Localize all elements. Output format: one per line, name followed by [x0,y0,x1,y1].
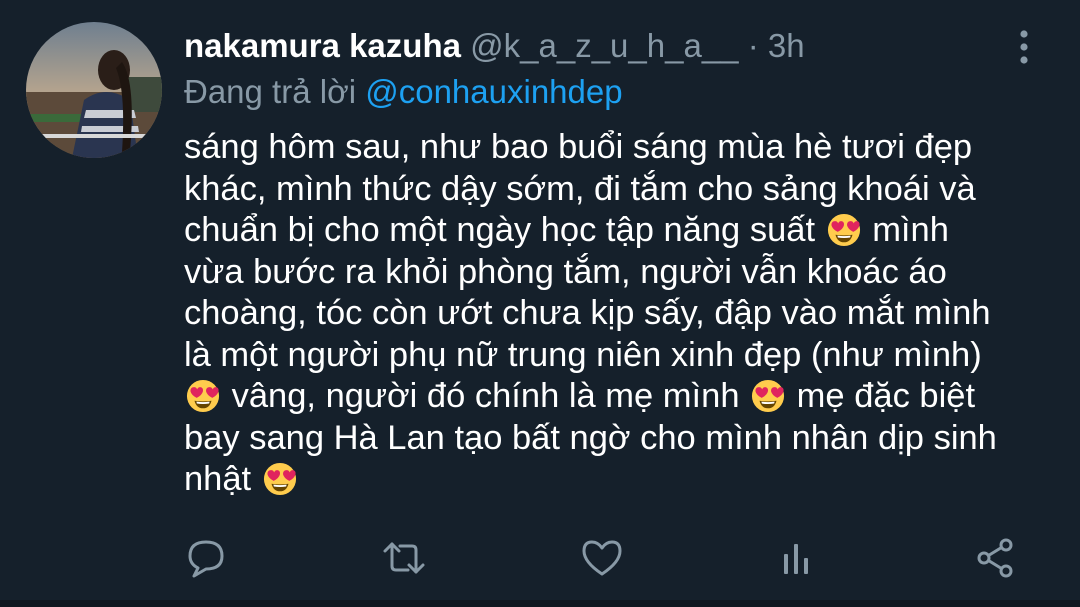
tweet-text-line: vừa bước ra khỏi phòng tắm, người vẫn kh… [184,252,1054,294]
tweet-text-line: khác, mình thức dậy sớm, đi tắm cho sảng… [184,169,1054,211]
analytics-icon[interactable] [776,536,820,580]
reply-prefix: Đang trả lời [184,73,357,110]
tweet-text-line: vâng, người đó chính là mẹ mình mẹ đặc b… [184,376,1054,418]
tweet-text-segment: nhật [184,460,261,498]
tweet-text-segment: mẹ đặc biệt [787,377,976,415]
more-vertical-icon[interactable] [1012,28,1036,68]
share-icon[interactable] [974,536,1018,580]
heart-eyes-emoji-icon [263,462,297,496]
heart-eyes-emoji-icon [186,379,220,413]
tweet-text-segment: bay sang Hà Lan tạo bất ngờ cho mình nhâ… [184,418,997,457]
tweet-text-segment: khác, mình thức dậy sớm, đi tắm cho sảng… [184,169,976,208]
tweet-text-segment: vâng, người đó chính là mẹ mình [222,377,750,415]
tweet-time[interactable]: 3h [768,27,805,64]
heart-icon[interactable] [580,536,624,580]
tweet-text-line: bay sang Hà Lan tạo bất ngờ cho mình nhâ… [184,418,1054,460]
reply-mention[interactable]: @conhauxinhdep [365,73,622,110]
retweet-icon[interactable] [382,536,426,580]
tweet-text-segment: chuẩn bị cho một ngày học tập năng suất [184,211,825,249]
display-name[interactable]: nakamura kazuha [184,27,461,64]
tweet-header: nakamura kazuha @k_a_z_u_h_a__ · 3h [184,24,805,68]
reply-icon[interactable] [184,536,228,580]
tweet-text: sáng hôm sau, như bao buổi sáng mùa hè t… [184,127,1054,501]
tweet-text-line: choàng, tóc còn ướt chưa kịp sấy, đập và… [184,293,1054,335]
tweet-text-line: nhật [184,459,1054,501]
avatar[interactable] [26,22,162,158]
user-handle[interactable]: @k_a_z_u_h_a__ [470,27,738,64]
tweet-text-segment: choàng, tóc còn ướt chưa kịp sấy, đập và… [184,294,991,332]
heart-eyes-emoji-icon [751,379,785,413]
tweet-text-line: là một người phụ nữ trung niên xinh đẹp … [184,335,1054,377]
heart-eyes-emoji-icon [827,213,861,247]
tweet-text-segment: mình [862,211,949,249]
tweet-text-line: chuẩn bị cho một ngày học tập năng suất … [184,210,1054,252]
tweet-text-segment: sáng hôm sau, như bao buổi sáng mùa hè t… [184,128,973,166]
tweet-actions [0,530,1080,586]
tweet-text-segment: là một người phụ nữ trung niên xinh đẹp … [184,335,982,374]
separator-dot: · [747,27,759,64]
bottom-divider [0,600,1080,607]
reply-context: Đang trả lời @conhauxinhdep [184,70,623,114]
tweet-text-segment: vừa bước ra khỏi phòng tắm, người vẫn kh… [184,252,947,291]
tweet-text-line: sáng hôm sau, như bao buổi sáng mùa hè t… [184,127,1054,169]
